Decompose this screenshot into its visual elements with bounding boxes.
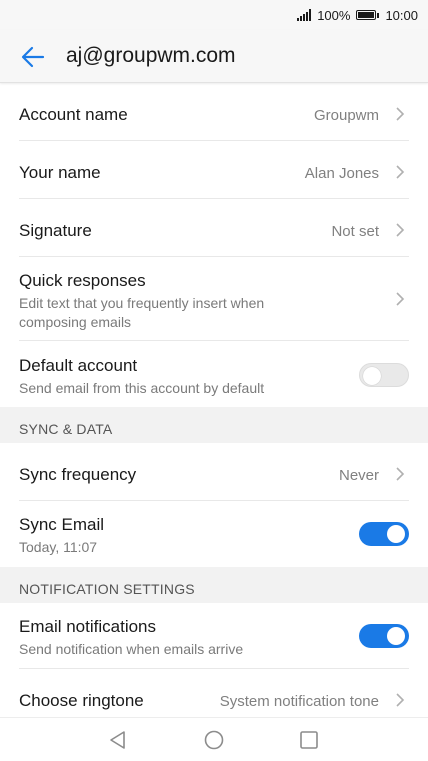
status-bar: 100% 10:00 <box>0 0 428 30</box>
status-indicators: 100% 10:00 <box>297 7 418 23</box>
sync-frequency-label: Sync frequency <box>19 465 137 484</box>
triangle-back-icon <box>110 731 125 749</box>
default-account-toggle[interactable] <box>359 363 409 387</box>
sync-email-row[interactable]: Sync Email Today, 11:07 <box>19 501 409 567</box>
battery-icon <box>356 10 380 20</box>
system-navigation-bar <box>0 717 428 761</box>
signature-row[interactable]: Signature Not set <box>19 199 409 257</box>
arrow-left-icon <box>21 46 45 68</box>
email-notifications-label: Email notifications <box>19 617 157 636</box>
sync-email-last-synced: Today, 11:07 <box>19 539 98 555</box>
app-bar: aj@groupwm.com <box>0 30 428 83</box>
account-name-label: Account name <box>19 105 128 124</box>
back-button[interactable] <box>18 42 48 72</box>
email-notifications-toggle[interactable] <box>359 624 409 648</box>
sync-email-label: Sync Email <box>19 515 105 534</box>
settings-list[interactable]: Account name Groupwm Your name Alan Jone… <box>0 83 428 717</box>
chevron-right-icon <box>396 223 405 237</box>
your-name-value: Alan Jones <box>304 165 379 182</box>
quick-responses-label: Quick responses <box>19 271 146 290</box>
quick-responses-description: Edit text that you frequently insert whe… <box>19 295 265 330</box>
chevron-right-icon <box>396 165 405 179</box>
chevron-right-icon <box>396 292 405 306</box>
nav-home-button[interactable] <box>203 729 225 751</box>
signal-icon <box>297 9 312 21</box>
quick-responses-row[interactable]: Quick responses Edit text that you frequ… <box>19 257 409 341</box>
signature-value: Not set <box>331 223 379 240</box>
email-notifications-row[interactable]: Email notifications Send notification wh… <box>19 603 409 669</box>
toggle-knob <box>387 525 405 543</box>
nav-back-button[interactable] <box>107 729 129 751</box>
chevron-right-icon <box>396 107 405 121</box>
battery-percent: 100% <box>317 7 351 23</box>
default-account-row[interactable]: Default account Send email from this acc… <box>19 341 409 407</box>
page-title: aj@groupwm.com <box>66 44 236 67</box>
sync-email-toggle[interactable] <box>359 522 409 546</box>
nav-recents-button[interactable] <box>298 729 320 751</box>
account-name-row[interactable]: Account name Groupwm <box>19 83 409 141</box>
sync-frequency-value: Never <box>338 467 379 484</box>
email-notifications-description: Send notification when emails arrive <box>19 641 244 657</box>
chevron-right-icon <box>396 693 405 707</box>
section-header-sync: SYNC & DATA <box>0 407 428 443</box>
your-name-row[interactable]: Your name Alan Jones <box>19 141 409 199</box>
circle-home-icon <box>204 730 224 750</box>
your-name-label: Your name <box>19 163 101 182</box>
default-account-label: Default account <box>19 356 138 375</box>
choose-ringtone-row[interactable]: Choose ringtone System notification tone <box>19 669 409 717</box>
chevron-right-icon <box>396 467 405 481</box>
toggle-knob <box>387 627 405 645</box>
square-recents-icon <box>300 731 318 749</box>
section-header-sync-label: SYNC & DATA <box>19 421 113 437</box>
toggle-knob <box>363 367 381 385</box>
sync-frequency-row[interactable]: Sync frequency Never <box>19 443 409 501</box>
account-name-value: Groupwm <box>313 107 379 124</box>
status-time: 10:00 <box>385 7 418 23</box>
choose-ringtone-label: Choose ringtone <box>19 691 144 710</box>
section-header-notifications-label: NOTIFICATION SETTINGS <box>19 581 195 597</box>
choose-ringtone-value: System notification tone <box>219 693 379 710</box>
default-account-description: Send email from this account by default <box>19 380 265 396</box>
section-header-notifications: NOTIFICATION SETTINGS <box>0 567 428 603</box>
signature-label: Signature <box>19 221 92 240</box>
